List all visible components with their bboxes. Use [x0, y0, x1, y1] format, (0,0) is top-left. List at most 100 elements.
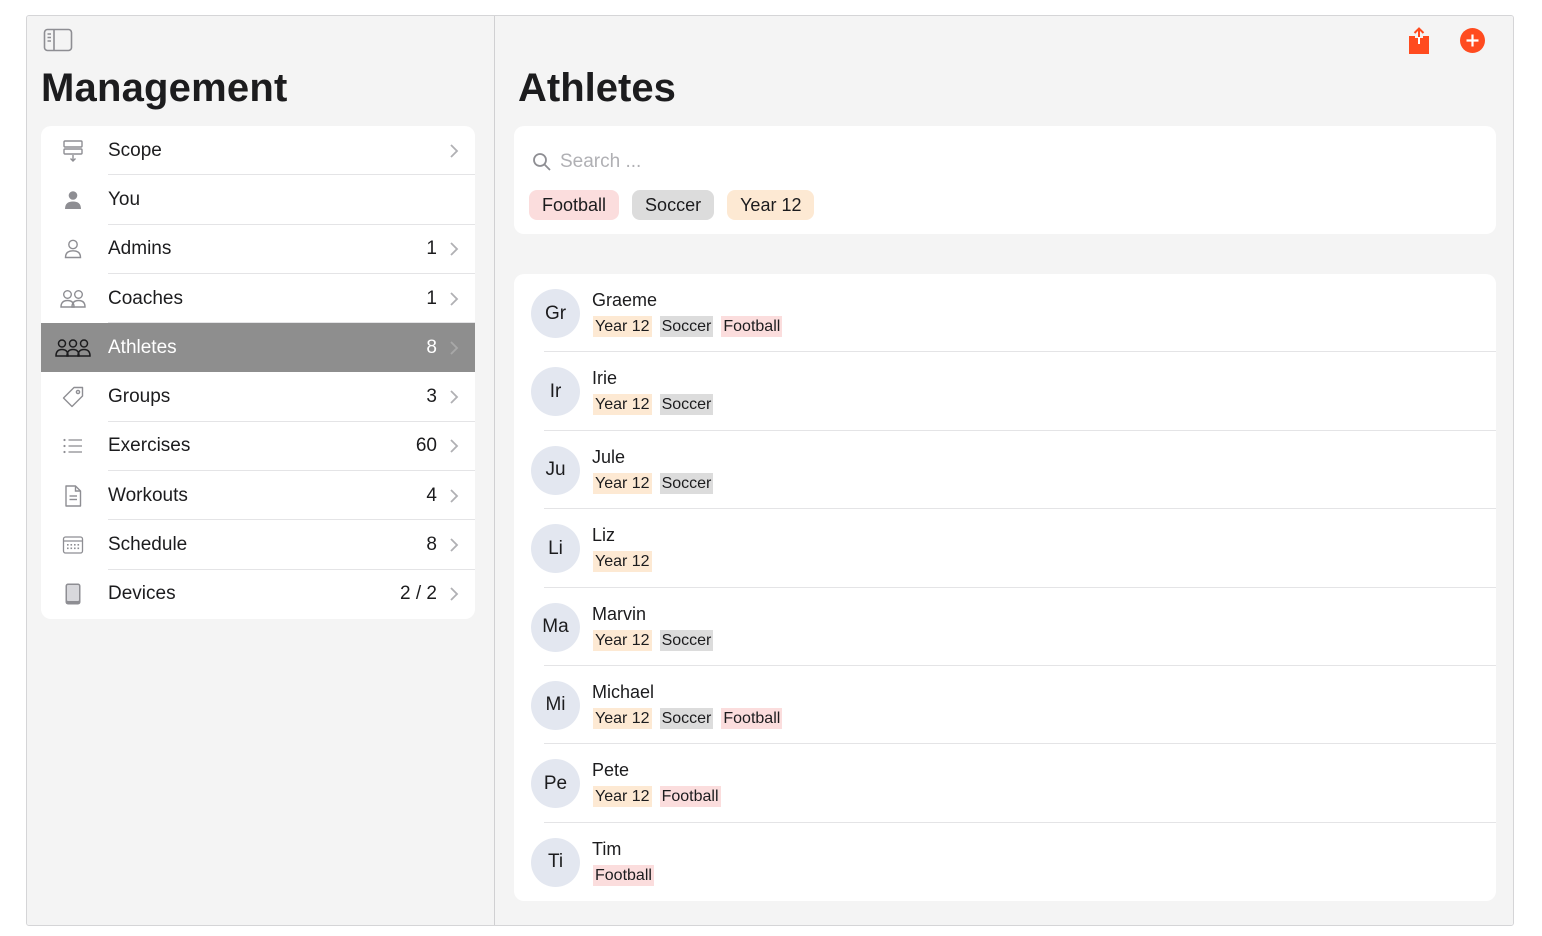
filter-chips: Football Soccer Year 12: [529, 190, 815, 220]
avatar: Ti: [531, 837, 580, 887]
sidebar-item-count: 4: [426, 484, 437, 506]
filter-chip-football[interactable]: Football: [529, 190, 620, 220]
athlete-row[interactable]: Ti Tim Football: [514, 823, 1496, 901]
sidebar-item-workouts[interactable]: Workouts 4: [41, 471, 475, 521]
athlete-row[interactable]: Pe Pete Year 12 Football: [514, 744, 1496, 824]
athlete-name: Michael: [592, 681, 655, 702]
athlete-name: Irie: [592, 368, 618, 389]
share-button[interactable]: [1405, 26, 1433, 56]
athlete-tags: Year 12: [593, 551, 652, 573]
group-tag: Year 12: [593, 786, 652, 808]
avatar: Pe: [531, 759, 580, 809]
filter-chip-year-12[interactable]: Year 12: [727, 190, 815, 220]
athlete-tags: Year 12 Soccer Football: [593, 707, 783, 729]
filter-chip-soccer[interactable]: Soccer: [632, 190, 715, 220]
sidebar-item-label: Scope: [108, 139, 162, 161]
sidebar-item-devices[interactable]: Devices 2 / 2: [41, 570, 475, 619]
athlete-row[interactable]: Ma Marvin Year 12 Soccer: [514, 588, 1496, 667]
athlete-name: Graeme: [592, 290, 658, 310]
search-bar: [532, 150, 962, 174]
chevron-right-icon: [450, 144, 459, 158]
share-icon: [1409, 27, 1429, 54]
sidebar-item-athletes[interactable]: Athletes 8: [41, 323, 475, 373]
group-tag: Soccer: [659, 394, 714, 416]
main-panel: Athletes Football Soccer Year 12 Gr Graem…: [495, 16, 1513, 925]
athlete-row[interactable]: Ju Jule Year 12 Soccer: [514, 431, 1496, 510]
sidebar-menu: Scope You Admins 1 Coaches 1 Athletes 8 …: [41, 126, 475, 619]
sidebar-item-exercises[interactable]: Exercises 60: [41, 422, 475, 472]
chevron-right-icon: [450, 291, 459, 306]
page-title: Athletes: [518, 66, 676, 110]
group-tag: Football: [721, 316, 783, 337]
sidebar-title: Management: [41, 66, 288, 110]
plus-circle-icon: [1460, 28, 1485, 53]
sidebar-item-count: 1: [426, 238, 437, 260]
group-tag: Year 12: [593, 316, 652, 337]
group-tag: Football: [659, 786, 721, 808]
chevron-right-icon: [450, 242, 459, 256]
athlete-row[interactable]: Li Liz Year 12: [514, 509, 1496, 588]
athlete-name: Jule: [592, 446, 626, 467]
search-icon: [533, 153, 551, 171]
athlete-tags: Football: [593, 864, 654, 886]
group-tag: Soccer: [659, 707, 714, 729]
sidebar-item-count: 2 / 2: [400, 583, 437, 605]
group-tag: Year 12: [593, 394, 652, 416]
group-tag: Soccer: [659, 629, 714, 651]
athlete-list: Gr Graeme Year 12 Soccer Football Ir Irie Year …: [514, 274, 1496, 901]
sidebar-item-coaches[interactable]: Coaches 1: [41, 274, 475, 324]
tag-icon: [55, 384, 91, 410]
person-fill-icon: [55, 187, 91, 213]
sidebar-item-label: Devices: [108, 583, 176, 605]
athlete-tags: Year 12 Soccer: [593, 629, 714, 651]
sidebar-item-label: Athletes: [108, 336, 177, 358]
athlete-name: Marvin: [592, 603, 647, 624]
app-window: Management Scope You Admins 1 Coaches 1 …: [26, 15, 1514, 926]
avatar: Mi: [531, 680, 580, 730]
add-athlete-button[interactable]: [1459, 27, 1486, 54]
sidebar-item-label: Exercises: [108, 435, 191, 457]
athlete-row[interactable]: Gr Graeme Year 12 Soccer Football: [514, 274, 1496, 353]
calendar-icon: [55, 532, 91, 558]
tablet-icon: [55, 581, 91, 607]
chevron-right-icon: [450, 390, 459, 404]
avatar: Ju: [531, 445, 580, 495]
sidebar-item-label: Groups: [108, 386, 171, 408]
search-card: Football Soccer Year 12: [514, 126, 1496, 234]
athlete-name: Tim: [592, 838, 622, 859]
sidebar-item-admins[interactable]: Admins 1: [41, 225, 475, 275]
sidebar-item-label: You: [108, 188, 141, 210]
sidebar: Management Scope You Admins 1 Coaches 1 …: [27, 16, 495, 925]
person-icon: [55, 236, 91, 262]
sidebar-item-count: 60: [415, 435, 437, 457]
search-input[interactable]: [558, 150, 962, 174]
sidebar-item-count: 8: [426, 336, 437, 358]
sidebar-item-groups[interactable]: Groups 3: [41, 372, 475, 423]
sidebar-item-label: Admins: [108, 238, 172, 260]
group-tag: Football: [593, 864, 654, 886]
athlete-name: Pete: [592, 760, 630, 781]
two-persons-icon: [55, 286, 91, 312]
athlete-tags: Year 12 Football: [593, 786, 721, 808]
sidebar-toggle-icon[interactable]: [43, 28, 73, 52]
sidebar-item-you[interactable]: You: [41, 175, 475, 225]
group-tag: Year 12: [593, 629, 652, 651]
athlete-row[interactable]: Mi Michael Year 12 Soccer Football: [514, 666, 1496, 745]
sidebar-item-label: Workouts: [108, 484, 188, 506]
sidebar-item-label: Schedule: [108, 534, 188, 556]
avatar: Ma: [531, 602, 580, 652]
document-icon: [55, 483, 91, 509]
sidebar-item-count: 3: [426, 386, 437, 408]
sidebar-item-scope[interactable]: Scope: [41, 126, 475, 176]
avatar: Ir: [531, 367, 580, 417]
sidebar-item-schedule[interactable]: Schedule 8: [41, 520, 475, 570]
group-tag: Football: [721, 707, 783, 729]
chevron-right-icon: [450, 341, 459, 355]
sidebar-item-count: 1: [426, 287, 437, 309]
athlete-tags: Year 12 Soccer: [593, 472, 714, 494]
group-tag: Year 12: [593, 472, 652, 494]
list-icon: [55, 433, 91, 459]
group-tag: Year 12: [593, 551, 652, 573]
sidebar-item-count: 8: [426, 534, 437, 556]
athlete-row[interactable]: Ir Irie Year 12 Soccer: [514, 352, 1496, 432]
